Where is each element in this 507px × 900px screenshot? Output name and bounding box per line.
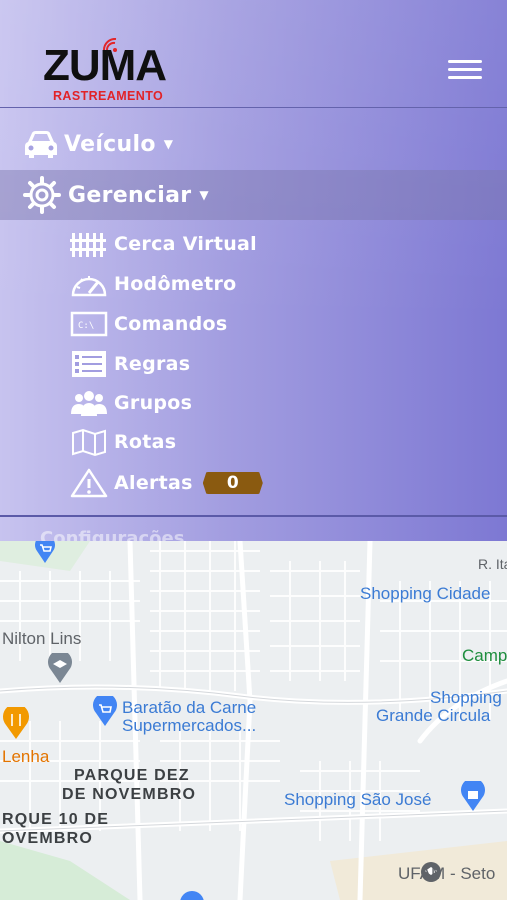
submenu-item-odometer[interactable]: Hodômetro	[70, 266, 237, 302]
map-label: OVEMBRO	[2, 830, 94, 847]
map-label: UFAM - Seto	[398, 864, 496, 883]
submenu-label: Regras	[114, 353, 191, 375]
submenu-label: Hodômetro	[114, 273, 237, 295]
terminal-icon: C:\	[70, 309, 108, 339]
map-label: Supermercados...	[122, 716, 257, 735]
fence-icon	[70, 229, 108, 259]
submenu-item-rules[interactable]: Regras	[70, 346, 190, 382]
group-icon	[70, 388, 108, 418]
map-label: Camp	[462, 646, 507, 665]
submenu-label: Comandos	[114, 313, 228, 335]
submenu-label: Grupos	[114, 392, 193, 414]
map-label: Shopping Cidade	[360, 584, 491, 603]
navigation-menu: ZUMA RASTREAMENTO Veículo ▼ Gerenciar ▼ …	[0, 0, 507, 541]
submenu-item-alerts[interactable]: Alertas 0	[70, 465, 263, 501]
checklist-icon	[70, 349, 108, 379]
map-label: R. Ita	[478, 556, 507, 572]
divider	[0, 107, 507, 108]
car-icon	[22, 128, 60, 160]
map-label: Lenha	[2, 747, 50, 766]
warning-icon	[70, 468, 108, 498]
map-label: RQUE 10 DE	[2, 811, 110, 828]
caret-down-icon: ▼	[199, 188, 209, 202]
logo-text: ZUMA	[43, 41, 167, 90]
hamburger-menu-icon[interactable]	[448, 58, 484, 82]
submenu-item-routes[interactable]: Rotas	[70, 424, 176, 460]
map-icon	[70, 427, 108, 457]
map-label: Baratão da Carne	[122, 698, 257, 717]
nav-item-label: Gerenciar	[68, 182, 192, 208]
submenu-item-commands[interactable]: C:\ Comandos	[70, 306, 228, 342]
map-label: PARQUE DEZ	[74, 767, 190, 784]
header: ZUMA RASTREAMENTO	[0, 0, 507, 108]
submenu-label: Alertas	[114, 472, 193, 494]
map-label: Shopping São José	[284, 790, 432, 809]
map-label: Nilton Lins	[2, 629, 82, 648]
gear-icon	[22, 175, 62, 215]
map-label: Grande Circula	[376, 706, 491, 725]
logo: ZUMA RASTREAMENTO	[43, 38, 193, 104]
caret-down-icon: ▼	[163, 137, 173, 151]
map-label: Shopping	[430, 688, 502, 707]
logo-subtitle: RASTREAMENTO	[53, 89, 164, 103]
submenu-item-virtual-fence[interactable]: Cerca Virtual	[70, 226, 257, 262]
alerts-count-badge: 0	[202, 472, 263, 494]
map-view[interactable]: R. Ita Shopping Cidade Camp Nilton Lins …	[0, 541, 507, 900]
map-label: DE NOVEMBRO	[62, 786, 197, 803]
svg-text:C:\: C:\	[78, 321, 94, 331]
speedometer-icon	[70, 269, 108, 299]
submenu-item-groups[interactable]: Grupos	[70, 385, 192, 421]
divider	[0, 515, 507, 517]
nav-item-vehicle[interactable]: Veículo ▼	[0, 120, 507, 168]
nav-item-manage[interactable]: Gerenciar ▼	[0, 170, 507, 220]
submenu-label: Cerca Virtual	[114, 233, 257, 255]
nav-item-settings-peek[interactable]: Configurações	[40, 528, 184, 541]
nav-item-label: Veículo	[64, 131, 156, 157]
submenu-label: Rotas	[114, 431, 177, 453]
